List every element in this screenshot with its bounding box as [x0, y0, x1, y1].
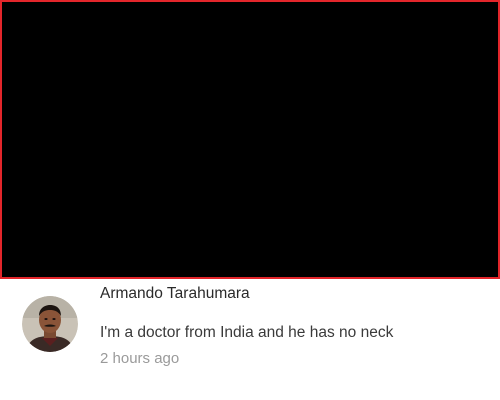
comment-body: I'm a doctor from India and he has no ne… — [100, 324, 394, 341]
comment-timestamp: 2 hours ago — [100, 350, 180, 367]
avatar-photo-icon — [22, 296, 78, 352]
author-avatar[interactable] — [22, 296, 78, 352]
comment-item: Armando Tarahumara I'm a doctor from Ind… — [0, 279, 500, 400]
comment-author-name[interactable]: Armando Tarahumara — [100, 285, 250, 303]
video-player[interactable] — [0, 0, 500, 279]
